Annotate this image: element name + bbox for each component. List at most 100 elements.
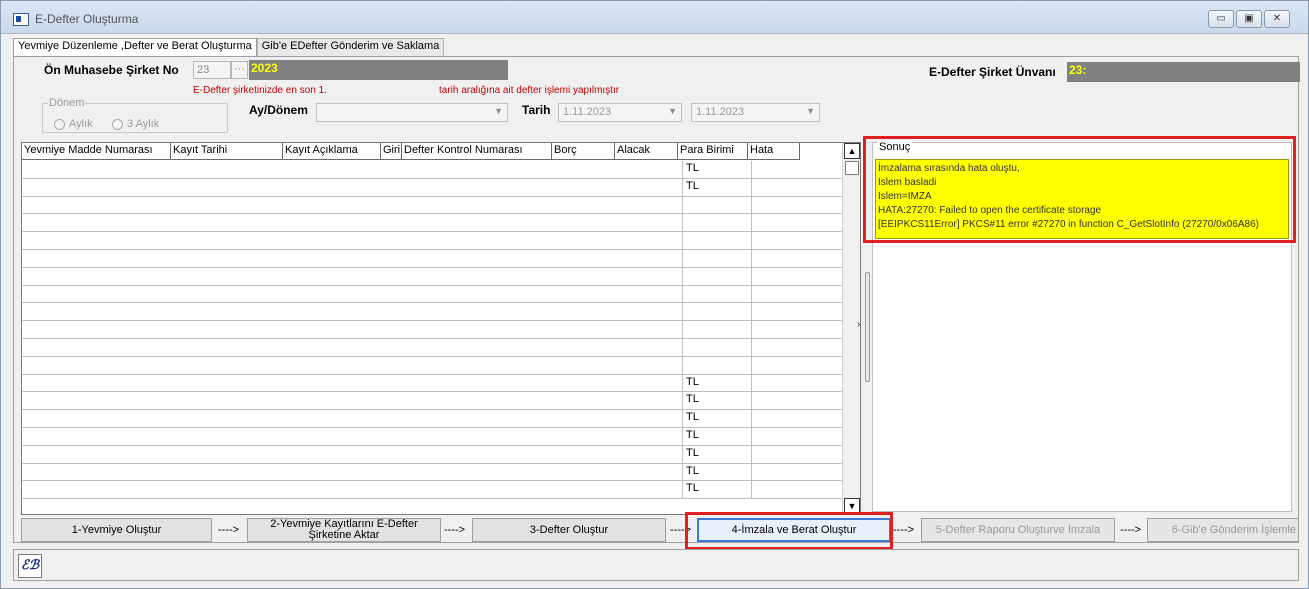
- para-birimi-cell: [682, 267, 752, 285]
- date-from-value: 1.11.2023: [563, 106, 612, 118]
- step-3-button[interactable]: 3-Defter Oluştur: [472, 518, 666, 542]
- info-text-2: tarih aralığına ait defter işlemi yapılm…: [439, 85, 620, 96]
- table-row[interactable]: [22, 285, 842, 304]
- table-row[interactable]: TL: [22, 410, 842, 428]
- company-title-label: E-Defter Şirket Ünvanı: [929, 65, 1056, 79]
- company-no-label: Ön Muhasebe Şirket No: [44, 63, 179, 77]
- radio-quarterly-dot[interactable]: [112, 118, 123, 130]
- yevmiye-grid[interactable]: Yevmiye Madde Numarası Kayıt Tarihi Kayı…: [21, 142, 861, 515]
- para-birimi-cell: [682, 303, 752, 321]
- tarih-label: Tarih: [522, 103, 551, 117]
- table-row[interactable]: TL: [22, 178, 842, 197]
- panel-splitter[interactable]: [865, 272, 870, 382]
- col-defter-kontrol[interactable]: Defter Kontrol Numarası: [402, 143, 552, 160]
- table-row[interactable]: [22, 214, 842, 233]
- para-birimi-cell: [682, 321, 752, 338]
- para-birimi-cell: TL: [682, 161, 752, 178]
- status-bar: ℰℬ: [13, 549, 1299, 581]
- grid-rows: TL TL TL TL TL TL TL TL TL: [22, 161, 842, 500]
- main-panel: Ön Muhasebe Şirket No 23 ··· 2023 E-Deft…: [13, 56, 1300, 550]
- minimize-button[interactable]: ▭: [1208, 10, 1234, 28]
- company-lookup-button[interactable]: ···: [231, 61, 248, 79]
- chevron-down-icon: ▼: [668, 106, 677, 116]
- table-row[interactable]: [22, 356, 842, 375]
- step-5-button[interactable]: 5-Defter Raporu Oluşturve İmzala: [921, 518, 1115, 542]
- table-row[interactable]: [22, 232, 842, 250]
- date-from-select[interactable]: 1.11.2023 ▼: [558, 103, 682, 122]
- col-giri[interactable]: Giri: [381, 143, 402, 160]
- donem-group-title: Dönem: [48, 97, 86, 109]
- maximize-button[interactable]: ▣: [1236, 10, 1262, 28]
- title-bar: E-Defter Oluşturma ▭ ▣ ✕: [1, 1, 1308, 34]
- col-kayit-aciklama[interactable]: Kayıt Açıklama: [283, 143, 381, 160]
- para-birimi-cell: TL: [682, 374, 752, 392]
- close-button[interactable]: ✕: [1264, 10, 1290, 28]
- para-birimi-cell: TL: [682, 178, 752, 196]
- chevron-down-icon: ▼: [494, 106, 503, 116]
- table-row[interactable]: TL: [22, 374, 842, 393]
- company-year-display: 2023: [249, 60, 508, 80]
- chevron-down-icon: ▼: [806, 106, 815, 116]
- radio-monthly-label: Aylık: [69, 118, 93, 130]
- info-text-1: E-Defter şirketinizde en son 1.: [193, 85, 327, 96]
- para-birimi-cell: TL: [682, 410, 752, 427]
- tab-strip: Yevmiye Düzenleme ,Defter ve Berat Oluşt…: [13, 38, 445, 57]
- para-birimi-cell: TL: [682, 392, 752, 410]
- step-arrow: ---->: [1120, 524, 1142, 536]
- highlight-step-4: [685, 512, 893, 550]
- step-arrow: ---->: [444, 524, 466, 536]
- table-row[interactable]: [22, 196, 842, 215]
- app-logo: ℰℬ: [18, 554, 42, 578]
- tab-gib-gonderim[interactable]: Gib'e EDefter Gönderim ve Saklama: [256, 38, 445, 56]
- para-birimi-cell: [682, 214, 752, 232]
- radio-monthly-dot[interactable]: [54, 118, 65, 130]
- date-to-value: 1.11.2023: [696, 106, 745, 118]
- table-row[interactable]: [22, 321, 842, 339]
- table-row[interactable]: TL: [22, 392, 842, 411]
- col-yevmiye-madde[interactable]: Yevmiye Madde Numarası: [22, 143, 171, 160]
- col-alacak[interactable]: Alacak: [615, 143, 678, 160]
- table-row[interactable]: TL: [22, 161, 842, 179]
- para-birimi-cell: TL: [682, 463, 752, 481]
- table-row[interactable]: TL: [22, 445, 842, 464]
- e-defter-window: E-Defter Oluşturma ▭ ▣ ✕ Yevmiye Düzenle…: [0, 0, 1309, 589]
- col-hata[interactable]: Hata: [748, 143, 800, 160]
- para-birimi-cell: [682, 356, 752, 374]
- scroll-up-icon[interactable]: ▲: [844, 143, 860, 159]
- para-birimi-cell: [682, 249, 752, 267]
- table-row[interactable]: TL: [22, 427, 842, 446]
- scroll-thumb[interactable]: [845, 161, 859, 175]
- step-2-button[interactable]: 2-Yevmiye Kayıtlarını E-Defter Şirketine…: [247, 518, 441, 542]
- grid-header: Yevmiye Madde Numarası Kayıt Tarihi Kayı…: [22, 143, 800, 160]
- company-no-field[interactable]: 23: [193, 61, 231, 79]
- tab-yevmiye-duzenleme[interactable]: Yevmiye Düzenleme ,Defter ve Berat Oluşt…: [13, 38, 257, 57]
- step-1-button[interactable]: 1-Yevmiye Oluştur: [21, 518, 212, 542]
- col-para-birimi[interactable]: Para Birimi: [678, 143, 748, 160]
- date-to-select[interactable]: 1.11.2023 ▼: [691, 103, 820, 122]
- col-kayit-tarihi[interactable]: Kayıt Tarihi: [171, 143, 283, 160]
- para-birimi-cell: [682, 338, 752, 356]
- para-birimi-cell: [682, 232, 752, 249]
- table-row[interactable]: TL: [22, 481, 842, 500]
- step-buttons: 1-Yevmiye Oluştur ----> 2-Yevmiye Kayıtl…: [21, 518, 1299, 544]
- step-6-button[interactable]: 6-Gib'e Gönderim İşlemle: [1147, 518, 1299, 542]
- para-birimi-cell: TL: [682, 427, 752, 445]
- para-birimi-cell: [682, 196, 752, 214]
- table-row[interactable]: [22, 267, 842, 286]
- col-borc[interactable]: Borç: [552, 143, 615, 160]
- ay-donem-label: Ay/Dönem: [249, 103, 308, 117]
- radio-quarterly[interactable]: 3 Aylık: [112, 118, 159, 130]
- table-row[interactable]: [22, 303, 842, 322]
- window-icon: [13, 13, 29, 26]
- step-arrow: ---->: [893, 524, 915, 536]
- ay-donem-select[interactable]: ▼: [316, 103, 508, 122]
- radio-quarterly-label: 3 Aylık: [127, 118, 160, 130]
- chevron-right-icon[interactable]: ›: [857, 319, 860, 330]
- table-row[interactable]: TL: [22, 463, 842, 482]
- radio-monthly[interactable]: Aylık: [54, 118, 93, 130]
- window-title: E-Defter Oluşturma: [35, 12, 139, 26]
- para-birimi-cell: [682, 285, 752, 303]
- table-row[interactable]: [22, 338, 842, 357]
- table-row[interactable]: [22, 249, 842, 268]
- step-arrow: ---->: [218, 524, 240, 536]
